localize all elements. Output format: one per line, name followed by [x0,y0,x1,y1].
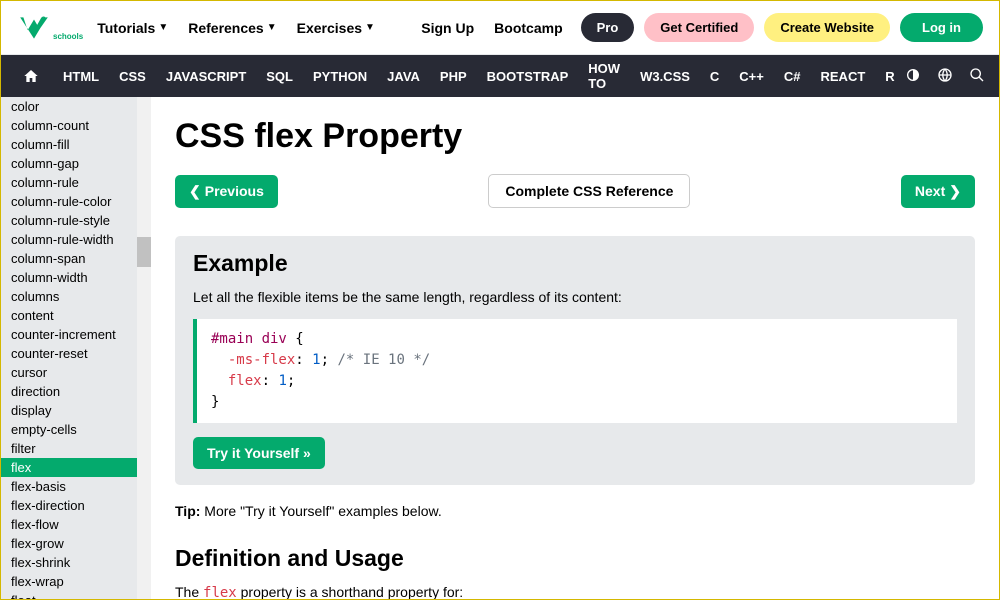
sidebar-item-column-rule-style[interactable]: column-rule-style [1,211,151,230]
sidebar-item-filter[interactable]: filter [1,439,151,458]
nav-c[interactable]: C [700,55,729,97]
nav-w3css[interactable]: W3.CSS [630,55,700,97]
nav-sql[interactable]: SQL [256,55,303,97]
sidebar-item-content[interactable]: content [1,306,151,325]
logo-subtext: schools [53,32,83,41]
sidebar-item-display[interactable]: display [1,401,151,420]
definition-section: Definition and Usage The flex property i… [175,545,975,599]
main-nav: HTML CSS JAVASCRIPT SQL PYTHON JAVA PHP … [1,55,999,97]
previous-button[interactable]: ❮Previous [175,175,278,208]
sidebar-item-column-rule[interactable]: column-rule [1,173,151,192]
menu-references[interactable]: References▼ [188,20,276,36]
sidebar-item-columns[interactable]: columns [1,287,151,306]
complete-reference-button[interactable]: Complete CSS Reference [488,174,690,208]
get-certified-button[interactable]: Get Certified [644,13,754,42]
logo[interactable]: 3 schools [17,11,83,45]
chevron-right-icon: ❯ [949,183,961,200]
caret-down-icon: ▼ [267,22,277,33]
sidebar-item-flex-direction[interactable]: flex-direction [1,496,151,515]
pro-button[interactable]: Pro [581,13,635,42]
nav-javascript[interactable]: JAVASCRIPT [156,55,256,97]
scrollbar-thumb[interactable] [137,237,151,267]
caret-down-icon: ▼ [365,22,375,33]
bootcamp-link[interactable]: Bootcamp [494,20,562,36]
nav-css[interactable]: CSS [109,55,156,97]
nav-react[interactable]: REACT [811,55,876,97]
nav-r[interactable]: R [875,55,904,97]
menu-tutorials[interactable]: Tutorials▼ [97,20,168,36]
sidebar-item-empty-cells[interactable]: empty-cells [1,420,151,439]
sidebar-item-flex-grow[interactable]: flex-grow [1,534,151,553]
sidebar-item-direction[interactable]: direction [1,382,151,401]
darkmode-icon[interactable] [905,67,921,86]
login-button[interactable]: Log in [900,13,983,42]
example-desc: Let all the flexible items be the same l… [193,289,957,305]
nav-csharp[interactable]: C# [774,55,811,97]
sidebar-item-flex-wrap[interactable]: flex-wrap [1,572,151,591]
nav-php[interactable]: PHP [430,55,477,97]
example-heading: Example [193,250,957,277]
sidebar-item-counter-reset[interactable]: counter-reset [1,344,151,363]
sidebar-item-column-width[interactable]: column-width [1,268,151,287]
create-website-button[interactable]: Create Website [764,13,890,42]
sidebar-item-counter-increment[interactable]: counter-increment [1,325,151,344]
sidebar-item-cursor[interactable]: cursor [1,363,151,382]
menu-exercises[interactable]: Exercises▼ [297,20,375,36]
top-menu: Tutorials▼ References▼ Exercises▼ [97,20,375,36]
nav-java[interactable]: JAVA [377,55,430,97]
example-box: Example Let all the flexible items be th… [175,236,975,485]
tip-text: Tip: More "Try it Yourself" examples bel… [175,503,975,519]
home-icon[interactable] [9,55,53,97]
definition-heading: Definition and Usage [175,545,975,572]
globe-icon[interactable] [937,67,953,86]
sidebar-item-flex-basis[interactable]: flex-basis [1,477,151,496]
code-block: #main div { -ms-flex: 1; /* IE 10 */ fle… [193,319,957,423]
caret-down-icon: ▼ [158,22,168,33]
page-title: CSS flex Property [175,117,975,156]
top-bar: 3 schools Tutorials▼ References▼ Exercis… [1,1,999,55]
nav-howto[interactable]: HOW TO [578,55,630,97]
next-button[interactable]: Next❯ [901,175,975,208]
top-links: Sign Up Bootcamp [421,20,562,36]
sidebar-item-column-rule-color[interactable]: column-rule-color [1,192,151,211]
sidebar-item-color[interactable]: color [1,97,151,116]
sidebar-item-flex-shrink[interactable]: flex-shrink [1,553,151,572]
svg-text:3: 3 [41,14,45,23]
main-content: CSS flex Property ❮Previous Complete CSS… [151,97,999,599]
nav-python[interactable]: PYTHON [303,55,377,97]
definition-p1: The flex property is a shorthand propert… [175,584,975,599]
sidebar-item-column-rule-width[interactable]: column-rule-width [1,230,151,249]
sidebar-item-column-gap[interactable]: column-gap [1,154,151,173]
try-it-button[interactable]: Try it Yourself » [193,437,325,469]
nav-html[interactable]: HTML [53,55,109,97]
sidebar-item-float[interactable]: float [1,591,151,599]
nav-cpp[interactable]: C++ [729,55,774,97]
top-pills: Pro Get Certified Create Website Log in [581,13,983,42]
sidebar-item-flex-flow[interactable]: flex-flow [1,515,151,534]
chevron-left-icon: ❮ [189,183,201,200]
sidebar-item-flex[interactable]: flex [1,458,151,477]
signup-link[interactable]: Sign Up [421,20,474,36]
sidebar-item-column-fill[interactable]: column-fill [1,135,151,154]
nav-bootstrap[interactable]: BOOTSTRAP [477,55,579,97]
sidebar-item-column-span[interactable]: column-span [1,249,151,268]
sidebar-item-column-count[interactable]: column-count [1,116,151,135]
scrollbar-track [137,97,151,599]
search-icon[interactable] [969,67,985,86]
sidebar: colorcolumn-countcolumn-fillcolumn-gapco… [1,97,151,599]
